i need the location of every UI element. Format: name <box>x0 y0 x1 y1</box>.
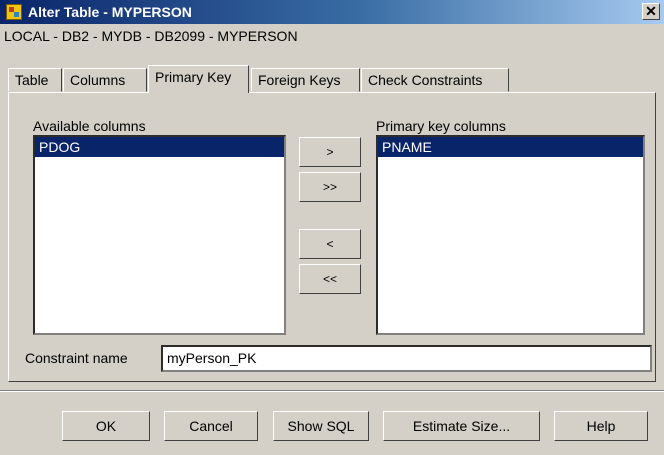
available-columns-label: Available columns <box>33 118 146 134</box>
remove-all-columns-button[interactable]: << <box>299 264 361 294</box>
title-bar: Alter Table - MYPERSON ✕ <box>0 0 664 24</box>
tab-columns[interactable]: Columns <box>63 68 147 92</box>
tab-primary-key[interactable]: Primary Key <box>148 65 249 93</box>
separator <box>0 390 664 392</box>
tab-table[interactable]: Table <box>8 68 62 92</box>
tab-panel: Available columns PDOG > >> < << Primary… <box>8 92 656 382</box>
list-item[interactable]: PDOG <box>35 137 284 157</box>
available-columns-list[interactable]: PDOG <box>33 135 286 335</box>
primary-key-columns-label: Primary key columns <box>376 118 506 134</box>
tab-foreign-keys[interactable]: Foreign Keys <box>251 68 360 92</box>
cancel-button[interactable]: Cancel <box>164 411 258 441</box>
show-sql-button[interactable]: Show SQL <box>273 411 369 441</box>
constraint-name-input[interactable]: myPerson_PK <box>161 345 652 372</box>
object-path: LOCAL - DB2 - MYDB - DB2099 - MYPERSON <box>4 28 298 44</box>
close-button[interactable]: ✕ <box>642 3 660 20</box>
help-button[interactable]: Help <box>554 411 648 441</box>
app-icon <box>6 4 22 20</box>
tab-check-constraints[interactable]: Check Constraints <box>361 68 509 92</box>
estimate-size-button[interactable]: Estimate Size... <box>383 411 540 441</box>
primary-key-columns-list[interactable]: PNAME <box>376 135 645 335</box>
ok-button[interactable]: OK <box>62 411 150 441</box>
remove-column-button[interactable]: < <box>299 229 361 259</box>
add-column-button[interactable]: > <box>299 137 361 167</box>
window-title: Alter Table - MYPERSON <box>28 4 192 20</box>
list-item[interactable]: PNAME <box>378 137 643 157</box>
constraint-name-label: Constraint name <box>25 350 128 366</box>
add-all-columns-button[interactable]: >> <box>299 172 361 202</box>
